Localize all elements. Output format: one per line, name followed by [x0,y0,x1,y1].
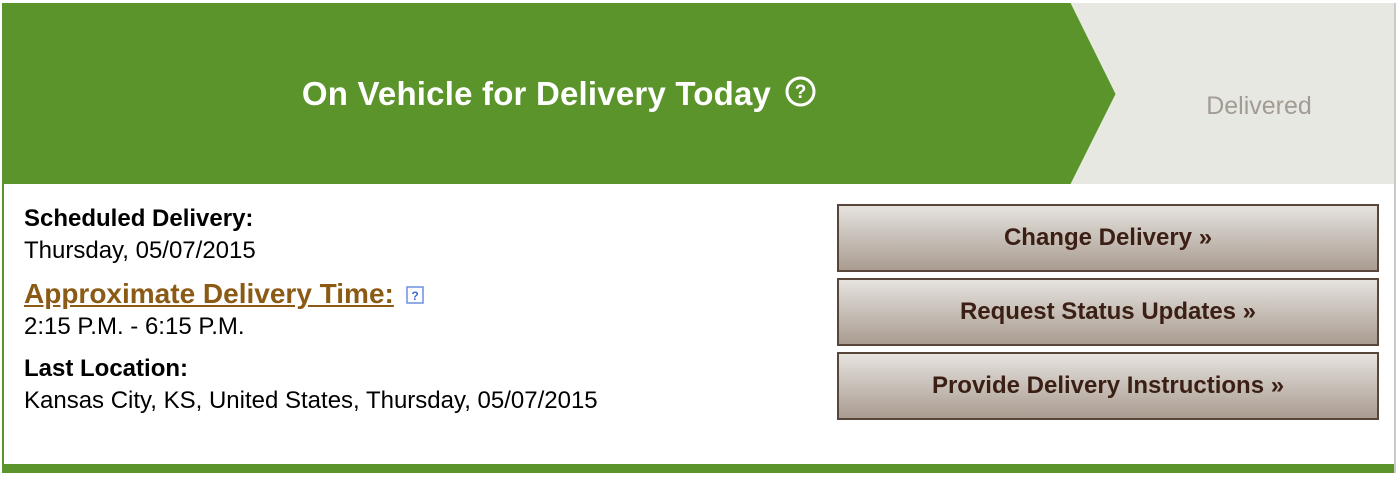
delivery-details: Scheduled Delivery: Thursday, 05/07/2015… [24,203,824,427]
bottom-accent-bar [4,464,1394,473]
current-status-label: On Vehicle for Delivery Today [301,74,772,112]
request-status-updates-button[interactable]: Request Status Updates » [837,278,1379,346]
scheduled-delivery-group: Scheduled Delivery: Thursday, 05/07/2015 [24,203,824,267]
svg-text:?: ? [795,82,807,103]
last-location-value: Kansas City, KS, United States, Thursday… [24,387,598,414]
delivery-actions: Change Delivery » Request Status Updates… [837,204,1379,426]
scheduled-delivery-label: Scheduled Delivery: [24,205,254,232]
approximate-time-group: Approximate Delivery Time: ? 2:15 P.M. -… [24,277,824,343]
delivery-tracker: On Vehicle for Delivery Today ? Delivere… [2,3,1396,473]
approximate-time-link[interactable]: Approximate Delivery Time: [24,278,394,309]
change-delivery-button[interactable]: Change Delivery » [837,204,1379,272]
approximate-time-value: 2:15 P.M. - 6:15 P.M. [24,313,245,340]
last-location-group: Last Location: Kansas City, KS, United S… [24,353,824,417]
current-status-step: On Vehicle for Delivery Today ? [4,3,1114,184]
help-circle-icon[interactable]: ? [785,76,816,107]
scheduled-delivery-value: Thursday, 05/07/2015 [24,237,256,264]
next-status-label: Delivered [1206,92,1312,120]
provide-delivery-instructions-button[interactable]: Provide Delivery Instructions » [837,352,1379,420]
next-status-step: Delivered [1124,3,1394,184]
last-location-label: Last Location: [24,355,189,382]
progress-bar: On Vehicle for Delivery Today ? Delivere… [4,3,1394,184]
svg-text:?: ? [412,289,419,303]
help-square-icon[interactable]: ? [406,286,425,304]
